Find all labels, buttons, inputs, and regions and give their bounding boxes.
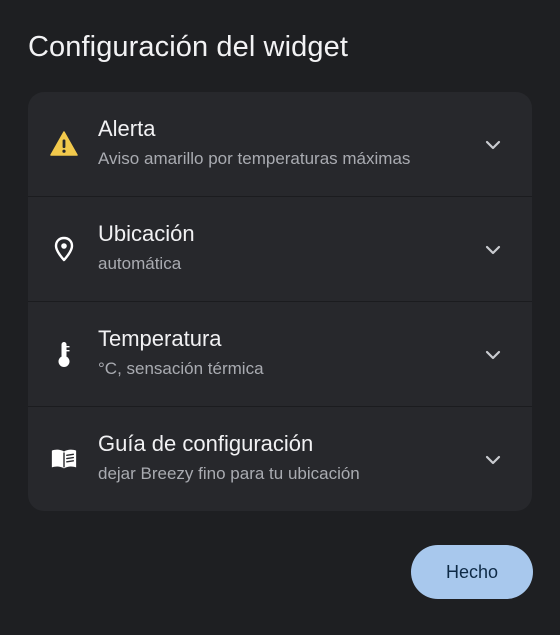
setting-value: °C, sensación térmica (98, 359, 264, 378)
setting-row-temperature[interactable]: Temperatura °C, sensación térmica (28, 302, 532, 406)
setting-row-alert[interactable]: Alerta Aviso amarillo por temperaturas m… (28, 92, 532, 196)
setting-label: Alerta (98, 116, 156, 141)
settings-list: Alerta Aviso amarillo por temperaturas m… (28, 92, 532, 511)
chevron-down-icon[interactable] (482, 344, 504, 366)
warning-icon (50, 130, 78, 158)
book-icon (50, 445, 78, 473)
chevron-down-icon[interactable] (482, 239, 504, 261)
location-pin-icon (50, 235, 78, 263)
thermometer-icon (50, 340, 78, 368)
setting-row-location[interactable]: Ubicación automática (28, 197, 532, 301)
setting-value: dejar Breezy fino para tu ubicación (98, 464, 360, 483)
setting-label: Ubicación (98, 221, 195, 246)
chevron-down-icon[interactable] (482, 449, 504, 471)
setting-value: automática (98, 254, 182, 273)
dialog-title: Configuración del widget (28, 31, 348, 63)
chevron-down-icon[interactable] (482, 134, 504, 156)
setting-label: Guía de configuración (98, 431, 314, 456)
setting-label: Temperatura (98, 326, 222, 351)
done-button[interactable]: Hecho (411, 545, 533, 599)
setting-value: Aviso amarillo por temperaturas máximas (98, 149, 411, 168)
widget-config-dialog: Configuración del widget Alerta Aviso am… (0, 0, 560, 635)
setting-row-guide[interactable]: Guía de configuración dejar Breezy fino … (28, 407, 532, 511)
